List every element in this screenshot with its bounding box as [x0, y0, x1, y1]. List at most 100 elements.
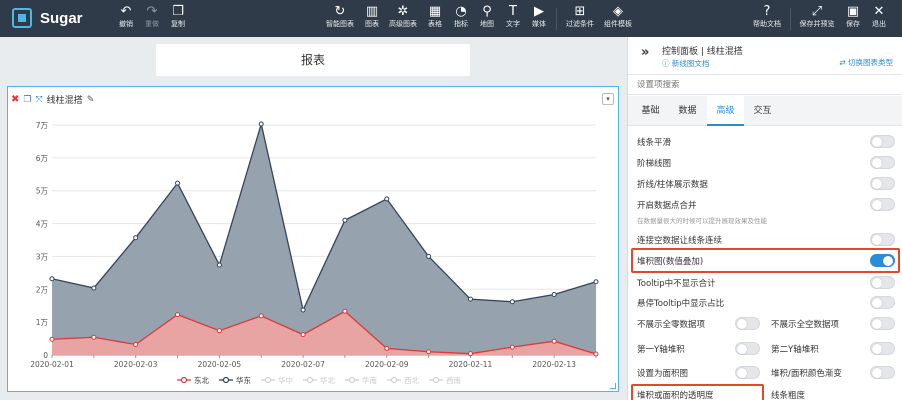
- expand-icon[interactable]: ⤧: [35, 95, 42, 105]
- settings-search: [628, 75, 902, 95]
- connect-null-toggle[interactable]: [870, 233, 895, 246]
- hide-zero-toggle[interactable]: [735, 317, 760, 330]
- top-toolbar: Sugar ↶ 撤销 ↷ 重做 ❐ 复制 ↻ 智能图表 ▥ 图表 ✲ 高级图表 ▦ 表格 ◔ 指…: [0, 0, 902, 37]
- legend-marker-dot: [180, 376, 188, 384]
- bar-chart-icon: ▥: [365, 4, 379, 19]
- edit-icon[interactable]: ✎: [87, 95, 95, 105]
- tab-interaction[interactable]: 交互: [744, 96, 781, 126]
- chevron-down-icon[interactable]: ▾: [602, 93, 614, 105]
- option-smooth-label: 线条平滑: [637, 138, 672, 148]
- step-toggle[interactable]: [870, 156, 895, 169]
- stacked-toggle[interactable]: [870, 254, 895, 267]
- show-data-toggle[interactable]: [870, 177, 895, 190]
- x-tick-label: 2020-02-05: [198, 360, 242, 369]
- data-point: [551, 292, 557, 298]
- data-point: [509, 344, 515, 350]
- advanced-chart-button[interactable]: ✲ 高级图表: [386, 4, 420, 29]
- legend-marker-dot: [222, 376, 230, 384]
- y2-stack-toggle[interactable]: [870, 342, 895, 355]
- legend-marker-dot: [306, 376, 314, 384]
- data-point: [49, 336, 55, 342]
- y-tick-label: 3万: [36, 252, 49, 261]
- tooltip-percent-toggle[interactable]: [870, 296, 895, 309]
- app-name: Sugar: [40, 9, 83, 27]
- data-point: [91, 334, 97, 340]
- data-point: [300, 307, 306, 313]
- merge-points-hint: 在数据量很大的时候可以提升展现效果及性能: [637, 217, 767, 225]
- option-tooltip-percent-label: 悬停Tooltip中显示占比: [637, 299, 725, 309]
- legend-marker-dot: [348, 376, 356, 384]
- option-area-label: 设置为面积图: [637, 369, 689, 379]
- filter-icon: ⊞: [574, 4, 586, 19]
- legend-label: 华北: [320, 375, 335, 385]
- data-point: [593, 279, 599, 285]
- data-point: [300, 332, 306, 338]
- legend-marker-dot: [390, 376, 398, 384]
- option-y2-stack-label: 第二Y轴堆积: [771, 345, 819, 355]
- data-point: [426, 253, 432, 259]
- data-point: [216, 328, 222, 334]
- template-icon: ◈: [613, 4, 623, 19]
- gradient-toggle[interactable]: [870, 366, 895, 379]
- x-tick-label: 2020-02-03: [114, 360, 158, 369]
- toolbar-divider: [790, 8, 791, 30]
- option-step-label: 阶梯线图: [637, 159, 672, 169]
- legend-label: 西北: [404, 376, 419, 385]
- panel-header: » 控制面板 | 线柱混搭 ⓘ 新线图文档 ⇄ 切换图表类型: [628, 37, 902, 75]
- save-preview-button[interactable]: ⤢ 保存并预览: [796, 4, 838, 29]
- help-button[interactable]: ? 帮助文档: [750, 4, 784, 29]
- data-point: [133, 341, 139, 347]
- widget-title: 线柱混搭: [46, 96, 83, 106]
- y-tick-label: 6万: [36, 154, 49, 163]
- copy-button[interactable]: ❐ 复制: [163, 4, 193, 29]
- tab-basic[interactable]: 基础: [632, 96, 669, 126]
- question-icon: ?: [763, 4, 771, 19]
- option-y1-stack-label: 第一Y轴堆积: [637, 345, 685, 355]
- switch-chart-type-link[interactable]: ⇄ 切换图表类型: [839, 57, 893, 68]
- doc-link[interactable]: ⓘ 新线图文档: [662, 58, 709, 69]
- data-point: [467, 351, 473, 357]
- x-tick-label: 2020-02-07: [281, 360, 325, 369]
- legend-label: 东北: [194, 375, 209, 385]
- y-tick-label: 1万: [36, 318, 49, 327]
- option-gradient-label: 堆积/面积颜色渐变: [771, 369, 842, 379]
- duplicate-icon[interactable]: ❐: [23, 95, 31, 105]
- component-template-button[interactable]: ◈ 组件模板: [601, 4, 635, 29]
- advanced-chart-icon: ✲: [397, 4, 409, 19]
- resize-handle[interactable]: [610, 383, 616, 389]
- legend-label: 华中: [278, 375, 293, 385]
- tooltip-no-total-toggle[interactable]: [870, 276, 895, 289]
- filter-button[interactable]: ⊞ 过滤条件: [563, 4, 597, 29]
- panel-tabs: 基础 数据 高级 交互: [628, 96, 902, 126]
- y-tick-label: 5万: [36, 187, 49, 196]
- y1-stack-toggle[interactable]: [735, 342, 760, 355]
- collapse-panel-icon[interactable]: »: [641, 45, 649, 60]
- merge-points-toggle[interactable]: [870, 198, 895, 211]
- chart-widget[interactable]: 0 1万 2万 3万 4万 5万 6万 7万 2020-02-01 2020-02-03 2020-…: [7, 86, 619, 392]
- panel-title: 控制面板 | 线柱混搭: [662, 47, 743, 57]
- smooth-toggle[interactable]: [870, 135, 895, 148]
- area-toggle[interactable]: [735, 366, 760, 379]
- settings-search-input[interactable]: [637, 80, 887, 90]
- option-hide-empty-label: 不展示全空数据项: [771, 320, 840, 330]
- media-button[interactable]: ▶ 媒体: [524, 4, 554, 29]
- toolbar-divider: [556, 8, 557, 30]
- data-point: [467, 296, 473, 302]
- legend-label: 华南: [362, 375, 377, 385]
- logo-icon: [12, 8, 32, 28]
- hide-empty-toggle[interactable]: [870, 317, 895, 330]
- x-tick-label: 2020-02-13: [532, 360, 576, 369]
- report-title[interactable]: 报表: [156, 44, 470, 76]
- option-opacity-label: 堆积或面积的透明度: [637, 391, 714, 400]
- option-merge-points-label: 开启数据点合并: [637, 201, 697, 211]
- x-tick-label: 2020-02-09: [365, 360, 409, 369]
- smart-chart-button[interactable]: ↻ 智能图表: [323, 4, 357, 29]
- data-point: [258, 313, 264, 319]
- chart-button[interactable]: ▥ 图表: [357, 4, 387, 29]
- tab-data[interactable]: 数据: [669, 96, 706, 126]
- tab-advanced[interactable]: 高级: [707, 96, 744, 126]
- delete-icon[interactable]: ✖: [11, 94, 19, 105]
- option-stacked-label: 堆积图(数值叠加): [637, 257, 704, 267]
- exit-button[interactable]: ✕ 退出: [864, 4, 894, 29]
- data-point: [342, 308, 348, 314]
